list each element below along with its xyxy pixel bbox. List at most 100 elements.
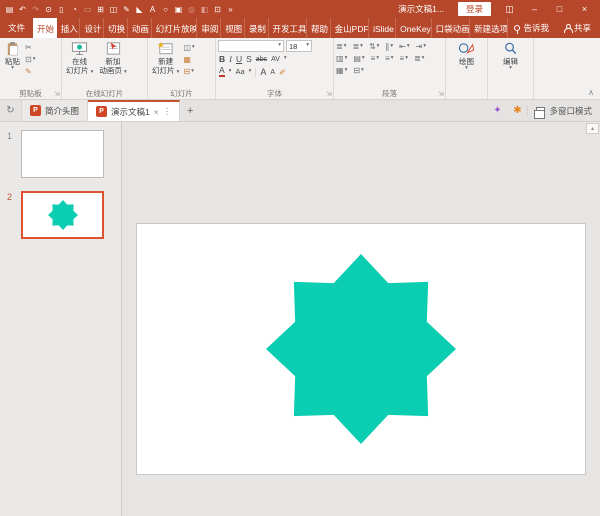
collapse-ribbon-button[interactable]: ∧ xyxy=(588,88,594,97)
clear-formatting-button[interactable]: ✐ xyxy=(279,67,286,78)
multi-window-mode-button[interactable]: 多窗口模式 xyxy=(527,105,600,117)
font-name-combobox[interactable]: ▾ xyxy=(218,40,284,52)
magic-wand-icon[interactable]: ✦ xyxy=(487,105,507,116)
settings-gear-icon[interactable]: ✱ xyxy=(507,105,527,116)
selection-icon[interactable]: ▣ xyxy=(172,1,185,17)
tab-new-options[interactable]: 新建选项 xyxy=(470,18,508,38)
shape-circle-icon[interactable]: ○ xyxy=(159,1,172,17)
tab-onekey[interactable]: OneKey xyxy=(396,18,432,38)
tab-help[interactable]: 帮助 xyxy=(307,18,331,38)
slide-thumbnail-1[interactable]: 1 xyxy=(0,130,121,178)
tab-file[interactable]: 文件 xyxy=(0,18,33,38)
slide-thumbnail[interactable] xyxy=(21,191,104,239)
cut-button[interactable]: ✂ xyxy=(25,42,35,53)
scroll-up-button[interactable]: ▴ xyxy=(586,123,599,134)
ribbon-display-options-icon[interactable]: ◫ xyxy=(497,1,522,17)
slide-icon[interactable]: ▭ xyxy=(81,1,94,17)
tab-more-icon[interactable]: ⋮ xyxy=(163,106,172,117)
tab-record[interactable]: 录制 xyxy=(245,18,269,38)
columns-icon[interactable]: ▥▾ xyxy=(336,54,347,63)
align-center-icon[interactable]: ≡▾ xyxy=(385,54,393,63)
font-dialog-launcher[interactable]: ⇲ xyxy=(327,90,332,98)
new-animation-page-button[interactable]: 新加动画页 ▾ xyxy=(97,40,128,77)
undo-icon[interactable]: ↶ xyxy=(16,1,29,17)
login-button[interactable]: 登录 xyxy=(458,2,491,16)
tab-devtools[interactable]: 开发工具 xyxy=(269,18,307,38)
slide-canvas[interactable] xyxy=(136,223,586,475)
duplicate-icon[interactable]: ⊡ xyxy=(211,1,224,17)
tab-view[interactable]: 视图 xyxy=(221,18,245,38)
print-preview-icon[interactable]: ◔ xyxy=(68,1,81,17)
redo-icon[interactable]: ↷ xyxy=(29,1,42,17)
new-tab-button[interactable]: + xyxy=(180,100,200,121)
grid-icon[interactable]: ⊞ xyxy=(94,1,107,17)
slide-thumbnail-2[interactable]: 2 xyxy=(0,191,121,239)
tell-me-button[interactable]: 告诉我 xyxy=(508,18,555,38)
pen-icon[interactable]: ✎ xyxy=(120,1,133,17)
reset-slide-button[interactable]: ▦ xyxy=(183,54,194,65)
doc-tab-presentation1[interactable]: P 演示文稿1 × ⋮ xyxy=(88,100,180,121)
paragraph-dialog-launcher[interactable]: ⇲ xyxy=(439,90,444,98)
bold-button[interactable]: B xyxy=(219,55,225,64)
tab-design[interactable]: 设计 xyxy=(80,18,104,38)
fill-color-icon[interactable]: ◣ xyxy=(133,1,146,17)
numbering-icon[interactable]: ≣▾ xyxy=(352,42,362,51)
tab-islide[interactable]: iSlide xyxy=(369,18,396,38)
distribute-icon[interactable]: ▦▾ xyxy=(336,66,347,75)
line-spacing-icon[interactable]: ⇅▾ xyxy=(369,42,379,51)
tab-transitions[interactable]: 切换 xyxy=(104,18,128,38)
doc-tab-intro[interactable]: P 简介头图 × ⋮ xyxy=(22,100,88,121)
align-right-icon[interactable]: ≡▾ xyxy=(400,54,408,63)
decrease-indent-icon[interactable]: ⇤▾ xyxy=(399,42,409,51)
close-icon[interactable]: × xyxy=(572,1,597,17)
smartart-icon[interactable]: ⊟▾ xyxy=(353,66,363,75)
star-shape[interactable] xyxy=(266,254,456,444)
strikethrough-button[interactable]: abc xyxy=(256,56,267,63)
align-text-icon[interactable]: ▤▾ xyxy=(353,54,364,63)
maximize-icon[interactable]: □ xyxy=(547,1,572,17)
slide-thumbnail[interactable] xyxy=(21,130,104,178)
paste-button[interactable]: 粘贴 ▾ xyxy=(2,40,23,73)
tab-review[interactable]: 审阅 xyxy=(197,18,221,38)
clipboard-dialog-launcher[interactable]: ⇲ xyxy=(55,90,60,98)
more-icons-chevron[interactable]: » xyxy=(224,1,237,17)
editing-button[interactable]: 编辑 ▾ xyxy=(500,40,521,73)
change-case-button[interactable]: Aa xyxy=(235,68,244,76)
align-left-icon[interactable]: ≡▾ xyxy=(371,54,379,63)
font-color-icon[interactable]: A xyxy=(146,1,159,17)
drawing-button[interactable]: 绘图 ▾ xyxy=(456,40,477,73)
bullets-icon[interactable]: ≣▾ xyxy=(336,42,346,51)
bell-icon[interactable]: ◎ xyxy=(185,1,198,17)
tab-pocket-animation[interactable]: 口袋动画 xyxy=(432,18,470,38)
text-shadow-button[interactable]: S xyxy=(246,55,252,64)
character-spacing-button[interactable]: AV xyxy=(271,56,280,63)
tab-jinshan-pdf[interactable]: 金山PDF xyxy=(331,18,369,38)
stamp-icon[interactable]: ⊙ xyxy=(42,1,55,17)
layout-icon[interactable]: ◫ xyxy=(107,1,120,17)
justify-icon[interactable]: ≣▾ xyxy=(414,54,424,63)
new-file-icon[interactable]: ▯ xyxy=(55,1,68,17)
increase-font-size-button[interactable]: A xyxy=(260,68,266,77)
section-button[interactable]: ⊟▾ xyxy=(183,66,194,77)
decrease-font-size-button[interactable]: A xyxy=(270,69,275,76)
slide-layout-button[interactable]: ◫▾ xyxy=(183,42,194,53)
recent-documents-icon[interactable]: ↻ xyxy=(0,100,22,121)
close-tab-icon[interactable]: × xyxy=(154,107,159,117)
tab-animations[interactable]: 动画 xyxy=(128,18,152,38)
new-slide-button[interactable]: 新建幻灯片 ▾ xyxy=(150,40,181,77)
tab-home[interactable]: 开始 xyxy=(33,18,57,38)
text-direction-icon[interactable]: ∥▾ xyxy=(385,42,393,51)
font-size-combobox[interactable]: 18▾ xyxy=(286,40,312,52)
tab-slideshow[interactable]: 幻灯片放映 xyxy=(152,18,198,38)
format-painter-button[interactable]: ✎ xyxy=(25,66,35,77)
audio-icon[interactable]: ◧ xyxy=(198,1,211,17)
online-slides-button[interactable]: 在线幻灯片 ▾ xyxy=(64,40,95,77)
font-color-button[interactable]: A xyxy=(219,67,225,77)
increase-indent-icon[interactable]: ⇥▾ xyxy=(416,42,426,51)
underline-button[interactable]: U xyxy=(236,55,242,64)
italic-button[interactable]: I xyxy=(229,55,232,64)
share-button[interactable]: 共享 xyxy=(555,18,600,38)
copy-button[interactable]: ⊡▾ xyxy=(25,54,35,65)
tab-insert[interactable]: 插入 xyxy=(57,18,81,38)
minimize-icon[interactable]: – xyxy=(522,1,547,17)
